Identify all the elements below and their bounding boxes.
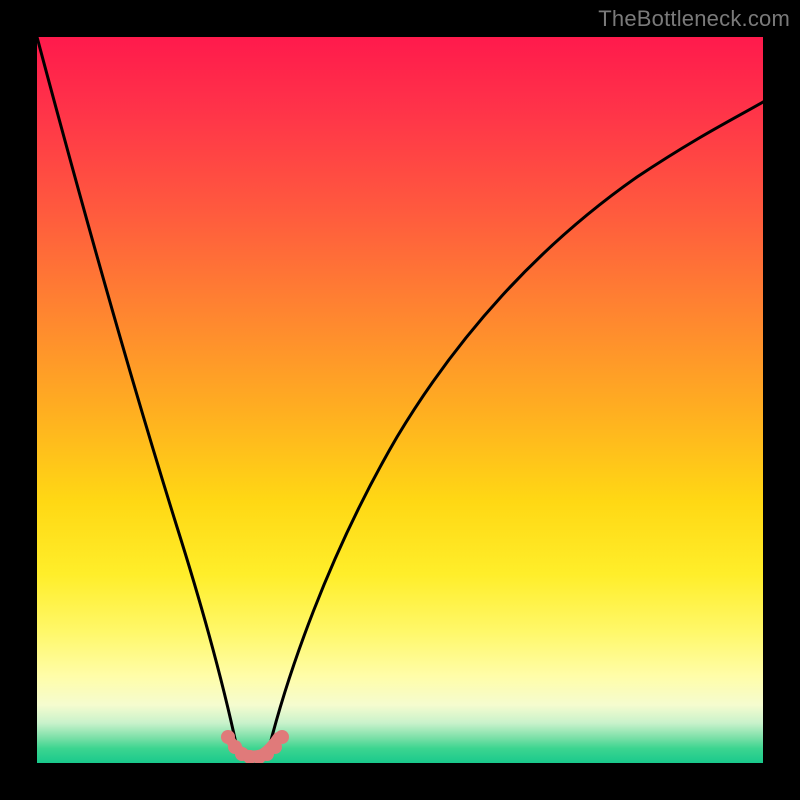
chart-frame: TheBottleneck.com [0,0,800,800]
plot-area [37,37,763,763]
curve-right-branch [269,102,763,748]
trough-markers [221,730,289,763]
attribution-label: TheBottleneck.com [598,6,790,32]
curve-left-branch [37,37,237,748]
bottleneck-curve [37,37,763,763]
